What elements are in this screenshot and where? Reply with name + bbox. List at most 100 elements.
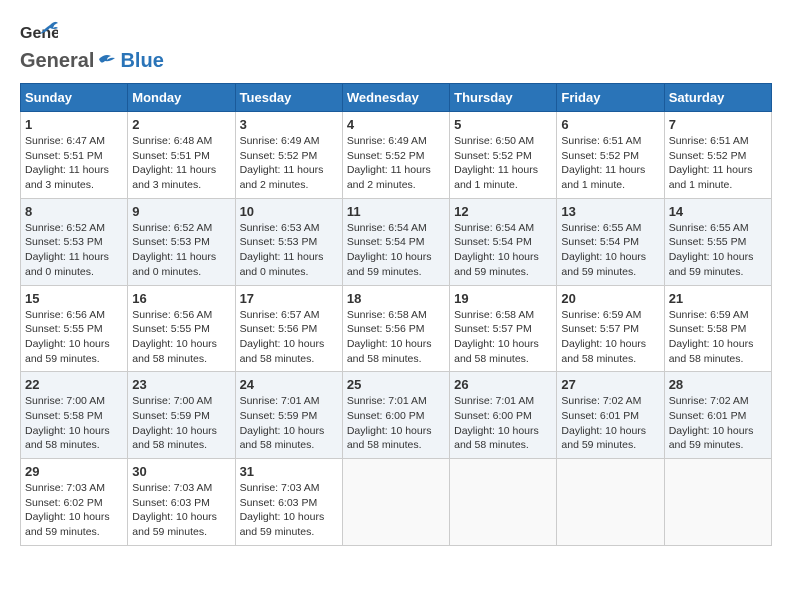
calendar-cell: 19 Sunrise: 6:58 AMSunset: 5:57 PMDayligh… <box>450 285 557 372</box>
calendar-cell <box>342 459 449 546</box>
logo-general: General <box>20 50 94 73</box>
day-info: Sunrise: 7:02 AMSunset: 6:01 PMDaylight:… <box>669 394 767 453</box>
calendar-cell: 9Sunrise: 6:52 AMSunset: 5:53 PMDaylight… <box>128 198 235 285</box>
day-info: Sunrise: 6:57 AMSunset: 5:56 PMDaylight:… <box>240 308 338 367</box>
day-info: Sunrise: 6:47 AMSunset: 5:51 PMDaylight:… <box>25 134 123 193</box>
day-number: 31 <box>240 464 338 479</box>
day-number: 2 <box>132 117 230 132</box>
calendar-week-3: 15Sunrise: 6:56 AMSunset: 5:55 PMDayligh… <box>21 285 772 372</box>
calendar-cell <box>557 459 664 546</box>
day-number: 6 <box>561 117 659 132</box>
calendar-cell: 5Sunrise: 6:50 AMSunset: 5:52 PMDaylight… <box>450 112 557 199</box>
calendar-cell: 24Sunrise: 7:01 AMSunset: 5:59 PMDayligh… <box>235 372 342 459</box>
day-info: Sunrise: 6:53 AMSunset: 5:53 PMDaylight:… <box>240 221 338 280</box>
calendar-cell: 25Sunrise: 7:01 AMSunset: 6:00 PMDayligh… <box>342 372 449 459</box>
day-info: Sunrise: 6:52 AMSunset: 5:53 PMDaylight:… <box>25 221 123 280</box>
calendar-cell: 3 Sunrise: 6:49 AMSunset: 5:52 PMDaylight… <box>235 112 342 199</box>
day-info: Sunrise: 6:54 AMSunset: 5:54 PMDaylight:… <box>454 221 552 280</box>
day-number: 20 <box>561 291 659 306</box>
day-number: 3 <box>240 117 338 132</box>
day-number: 21 <box>669 291 767 306</box>
weekday-header-friday: Friday <box>557 84 664 112</box>
day-number: 29 <box>25 464 123 479</box>
calendar-cell: 30 Sunrise: 7:03 AMSunset: 6:03 PMDayligh… <box>128 459 235 546</box>
day-info: Sunrise: 6:54 AMSunset: 5:54 PMDaylight:… <box>347 221 445 280</box>
weekday-header-monday: Monday <box>128 84 235 112</box>
day-number: 22 <box>25 377 123 392</box>
day-number: 7 <box>669 117 767 132</box>
weekday-header-saturday: Saturday <box>664 84 771 112</box>
day-number: 10 <box>240 204 338 219</box>
day-info: Sunrise: 6:55 AMSunset: 5:55 PMDaylight:… <box>669 221 767 280</box>
weekday-header-sunday: Sunday <box>21 84 128 112</box>
calendar-cell <box>450 459 557 546</box>
calendar-cell: 12Sunrise: 6:54 AMSunset: 5:54 PMDayligh… <box>450 198 557 285</box>
calendar-week-1: 1 Sunrise: 6:47 AMSunset: 5:51 PMDaylight… <box>21 112 772 199</box>
day-info: Sunrise: 6:59 AMSunset: 5:57 PMDaylight:… <box>561 308 659 367</box>
calendar-cell: 7 Sunrise: 6:51 AMSunset: 5:52 PMDaylight… <box>664 112 771 199</box>
calendar-cell: 14 Sunrise: 6:55 AMSunset: 5:55 PMDayligh… <box>664 198 771 285</box>
day-info: Sunrise: 6:49 AMSunset: 5:52 PMDaylight:… <box>347 134 445 193</box>
calendar-cell: 27Sunrise: 7:02 AMSunset: 6:01 PMDayligh… <box>557 372 664 459</box>
calendar-week-2: 8 Sunrise: 6:52 AMSunset: 5:53 PMDaylight… <box>21 198 772 285</box>
day-number: 13 <box>561 204 659 219</box>
calendar-cell: 1 Sunrise: 6:47 AMSunset: 5:51 PMDaylight… <box>21 112 128 199</box>
calendar-cell: 28 Sunrise: 7:02 AMSunset: 6:01 PMDayligh… <box>664 372 771 459</box>
day-number: 25 <box>347 377 445 392</box>
day-info: Sunrise: 6:49 AMSunset: 5:52 PMDaylight:… <box>240 134 338 193</box>
calendar-cell: 29 Sunrise: 7:03 AMSunset: 6:02 PMDayligh… <box>21 459 128 546</box>
day-info: Sunrise: 6:51 AMSunset: 5:52 PMDaylight:… <box>669 134 767 193</box>
day-number: 11 <box>347 204 445 219</box>
day-number: 30 <box>132 464 230 479</box>
weekday-header-tuesday: Tuesday <box>235 84 342 112</box>
day-info: Sunrise: 7:03 AMSunset: 6:03 PMDaylight:… <box>132 481 230 540</box>
calendar-cell: 11 Sunrise: 6:54 AMSunset: 5:54 PMDayligh… <box>342 198 449 285</box>
calendar-week-5: 29 Sunrise: 7:03 AMSunset: 6:02 PMDayligh… <box>21 459 772 546</box>
calendar-cell: 20 Sunrise: 6:59 AMSunset: 5:57 PMDayligh… <box>557 285 664 372</box>
day-number: 4 <box>347 117 445 132</box>
calendar-cell: 16 Sunrise: 6:56 AMSunset: 5:55 PMDayligh… <box>128 285 235 372</box>
day-info: Sunrise: 6:59 AMSunset: 5:58 PMDaylight:… <box>669 308 767 367</box>
calendar-cell: 22 Sunrise: 7:00 AMSunset: 5:58 PMDayligh… <box>21 372 128 459</box>
day-number: 9 <box>132 204 230 219</box>
day-number: 14 <box>669 204 767 219</box>
calendar-cell: 8 Sunrise: 6:52 AMSunset: 5:53 PMDaylight… <box>21 198 128 285</box>
day-info: Sunrise: 7:01 AMSunset: 6:00 PMDaylight:… <box>454 394 552 453</box>
day-number: 23 <box>132 377 230 392</box>
calendar-cell <box>664 459 771 546</box>
logo: General General Blue <box>20 20 164 73</box>
weekday-header-thursday: Thursday <box>450 84 557 112</box>
day-info: Sunrise: 7:00 AMSunset: 5:59 PMDaylight:… <box>132 394 230 453</box>
day-info: Sunrise: 7:00 AMSunset: 5:58 PMDaylight:… <box>25 394 123 453</box>
day-number: 17 <box>240 291 338 306</box>
day-number: 26 <box>454 377 552 392</box>
logo-blue: Blue <box>120 50 163 73</box>
calendar-cell: 15Sunrise: 6:56 AMSunset: 5:55 PMDayligh… <box>21 285 128 372</box>
calendar-cell: 4 Sunrise: 6:49 AMSunset: 5:52 PMDaylight… <box>342 112 449 199</box>
calendar-cell: 21 Sunrise: 6:59 AMSunset: 5:58 PMDayligh… <box>664 285 771 372</box>
logo-icon: General <box>20 20 58 50</box>
day-info: Sunrise: 7:03 AMSunset: 6:02 PMDaylight:… <box>25 481 123 540</box>
day-number: 19 <box>454 291 552 306</box>
day-info: Sunrise: 6:58 AMSunset: 5:57 PMDaylight:… <box>454 308 552 367</box>
calendar-cell: 26 Sunrise: 7:01 AMSunset: 6:00 PMDayligh… <box>450 372 557 459</box>
day-number: 24 <box>240 377 338 392</box>
day-info: Sunrise: 6:56 AMSunset: 5:55 PMDaylight:… <box>132 308 230 367</box>
day-info: Sunrise: 6:56 AMSunset: 5:55 PMDaylight:… <box>25 308 123 367</box>
calendar-body: 1 Sunrise: 6:47 AMSunset: 5:51 PMDaylight… <box>21 112 772 546</box>
day-info: Sunrise: 6:48 AMSunset: 5:51 PMDaylight:… <box>132 134 230 193</box>
calendar-header-row: SundayMondayTuesdayWednesdayThursdayFrid… <box>21 84 772 112</box>
calendar-table: SundayMondayTuesdayWednesdayThursdayFrid… <box>20 83 772 546</box>
weekday-header-wednesday: Wednesday <box>342 84 449 112</box>
day-number: 1 <box>25 117 123 132</box>
calendar-cell: 18Sunrise: 6:58 AMSunset: 5:56 PMDayligh… <box>342 285 449 372</box>
day-info: Sunrise: 7:03 AMSunset: 6:03 PMDaylight:… <box>240 481 338 540</box>
calendar-cell: 10 Sunrise: 6:53 AMSunset: 5:53 PMDayligh… <box>235 198 342 285</box>
day-number: 28 <box>669 377 767 392</box>
day-number: 8 <box>25 204 123 219</box>
day-info: Sunrise: 6:58 AMSunset: 5:56 PMDaylight:… <box>347 308 445 367</box>
day-number: 16 <box>132 291 230 306</box>
calendar-cell: 31 Sunrise: 7:03 AMSunset: 6:03 PMDayligh… <box>235 459 342 546</box>
calendar-cell: 6Sunrise: 6:51 AMSunset: 5:52 PMDaylight… <box>557 112 664 199</box>
calendar-cell: 23 Sunrise: 7:00 AMSunset: 5:59 PMDayligh… <box>128 372 235 459</box>
